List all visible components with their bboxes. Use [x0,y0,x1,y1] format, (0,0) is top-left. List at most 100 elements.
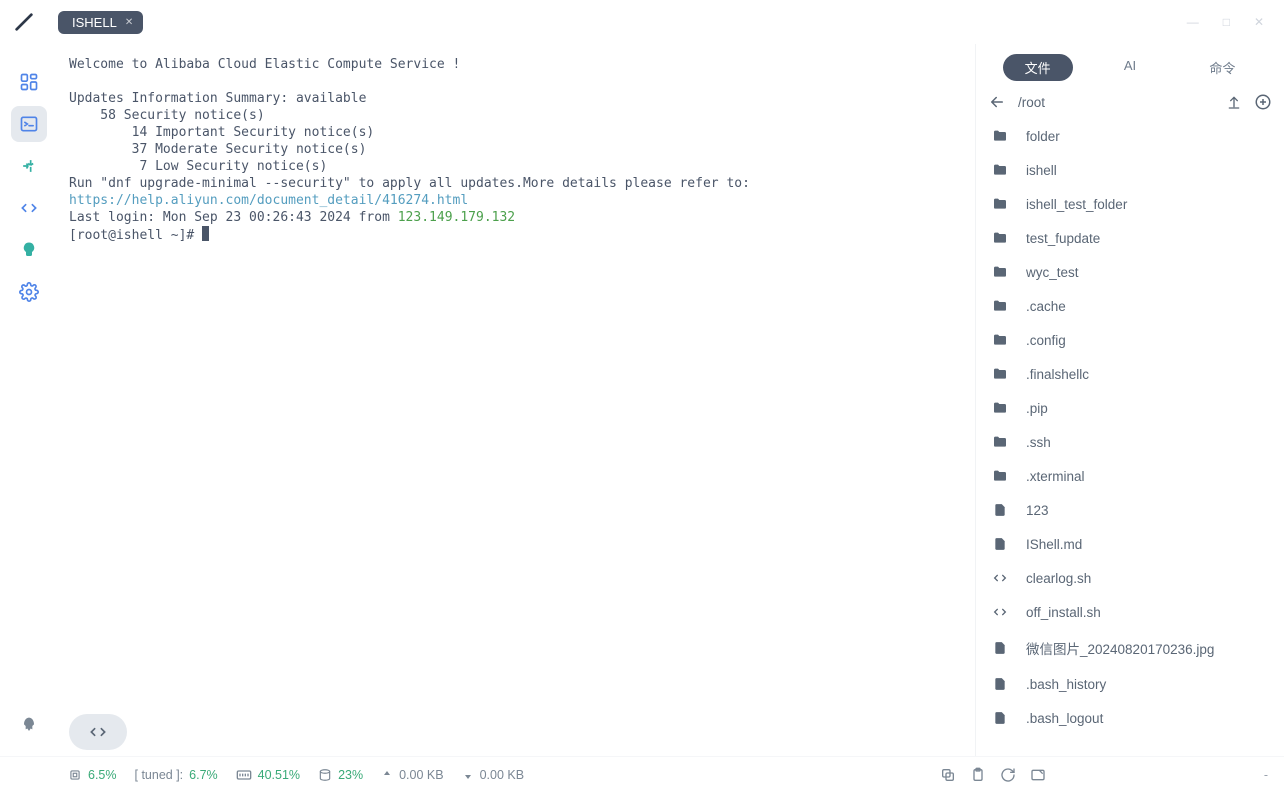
terminal-link[interactable]: https://help.aliyun.com/document_detail/… [69,193,468,208]
file-icon [992,710,1008,726]
file-row[interactable]: folder [988,119,1272,153]
file-row[interactable]: ishell [988,153,1272,187]
main-area: Welcome to Alibaba Cloud Elastic Compute… [0,44,1284,756]
file-name: .cache [1026,299,1066,314]
copy-icon[interactable] [940,767,956,783]
stat-cpu-value: 6.5% [88,768,117,782]
file-name: off_install.sh [1026,605,1101,620]
file-row[interactable]: wyc_test [988,255,1272,289]
file-name: .config [1026,333,1066,348]
terminal-line: 7 Low Security notice(s) [69,159,327,174]
add-icon[interactable] [1254,93,1272,111]
file-name: 微信图片_20240820170236.jpg [1026,638,1214,658]
file-row[interactable]: 123 [988,493,1272,527]
folder-icon [992,264,1008,280]
code-file-icon [992,570,1008,586]
fullscreen-icon[interactable] [1030,767,1046,783]
stat-tuned-value: 6.7% [189,768,218,782]
titlebar: ISHELL ✕ — □ ✕ [0,0,1284,44]
file-name: IShell.md [1026,537,1082,552]
current-path[interactable]: /root [1018,95,1214,110]
sidebar-item-transfer[interactable] [11,148,47,184]
file-row[interactable]: off_install.sh [988,595,1272,629]
upload-icon[interactable] [1226,94,1242,110]
status-bar: 6.5% [ tuned ]: 6.7% 40.51% 23% 0.00 KB … [0,756,1284,792]
file-icon [992,536,1008,552]
file-name: .pip [1026,401,1048,416]
folder-icon [992,162,1008,178]
status-dash: - [1064,768,1268,782]
file-row[interactable]: .config [988,323,1272,357]
sidebar-item-terminal[interactable] [11,106,47,142]
terminal-output[interactable]: Welcome to Alibaba Cloud Elastic Compute… [57,44,975,756]
terminal-line: Updates Information Summary: available [69,91,366,106]
sidebar-item-code[interactable] [11,190,47,226]
folder-icon [992,196,1008,212]
terminal-ip: 123.149.179.132 [398,210,515,225]
maximize-button[interactable]: □ [1223,15,1230,29]
file-row[interactable]: test_fupdate [988,221,1272,255]
tab-files[interactable]: 文件 [1003,54,1073,81]
file-name: clearlog.sh [1026,571,1091,586]
folder-icon [992,400,1008,416]
sidebar-item-dashboard[interactable] [11,64,47,100]
stat-download-value: 0.00 KB [480,768,524,782]
file-row[interactable]: .bash_logout [988,701,1272,735]
file-row[interactable]: .cache [988,289,1272,323]
session-tab-label: ISHELL [72,15,117,30]
terminal-cursor [202,226,209,241]
folder-icon [992,434,1008,450]
sidebar-item-settings[interactable] [11,274,47,310]
folder-icon [992,128,1008,144]
stat-tuned: [ tuned ]: 6.7% [135,768,218,782]
file-row[interactable]: .bash_history [988,667,1272,701]
session-tab[interactable]: ISHELL ✕ [58,11,143,34]
stat-disk: 23% [318,768,363,782]
close-window-button[interactable]: ✕ [1254,15,1264,29]
tab-cmd[interactable]: 命令 [1187,54,1257,81]
file-name: wyc_test [1026,265,1079,280]
status-actions [940,767,1046,783]
stat-mem-value: 40.51% [258,768,300,782]
path-bar: /root [976,85,1284,119]
file-icon [992,676,1008,692]
folder-icon [992,230,1008,246]
file-name: folder [1026,129,1060,144]
stat-upload: 0.00 KB [381,768,443,782]
sidebar-item-idea[interactable] [11,232,47,268]
terminal-line: Last login: Mon Sep 23 00:26:43 2024 fro… [69,210,398,225]
right-panel: 文件 AI 命令 /root folder ishell ishell_test_f… [975,44,1284,756]
folder-icon [992,468,1008,484]
file-row[interactable]: ishell_test_folder [988,187,1272,221]
file-row[interactable]: 微信图片_20240820170236.jpg [988,629,1272,667]
paste-icon[interactable] [970,767,986,783]
terminal-line: Run "dnf upgrade-minimal --security" to … [69,176,750,191]
file-row[interactable]: .pip [988,391,1272,425]
file-icon [992,502,1008,518]
folder-icon [992,332,1008,348]
file-name: test_fupdate [1026,231,1100,246]
right-tabs: 文件 AI 命令 [976,44,1284,85]
file-row[interactable]: clearlog.sh [988,561,1272,595]
code-file-icon [992,604,1008,620]
sidebar-item-rocket[interactable] [11,708,47,744]
terminal-line: 37 Moderate Security notice(s) [69,142,366,157]
file-name: .finalshellc [1026,367,1089,382]
file-row[interactable]: .ssh [988,425,1272,459]
file-row[interactable]: .xterminal [988,459,1272,493]
close-icon[interactable]: ✕ [125,17,133,28]
file-name: .bash_logout [1026,711,1103,726]
back-icon[interactable] [988,93,1006,111]
refresh-icon[interactable] [1000,767,1016,783]
file-name: ishell [1026,163,1057,178]
stat-upload-value: 0.00 KB [399,768,443,782]
stat-cpu: 6.5% [68,768,117,782]
command-toggle-button[interactable] [69,714,127,750]
sidebar-left [0,44,57,756]
file-row[interactable]: .finalshellc [988,357,1272,391]
terminal-prompt: [root@ishell ~]# [69,228,202,243]
file-row[interactable]: IShell.md [988,527,1272,561]
tab-ai[interactable]: AI [1102,54,1158,81]
minimize-button[interactable]: — [1187,15,1199,29]
stat-download: 0.00 KB [462,768,524,782]
